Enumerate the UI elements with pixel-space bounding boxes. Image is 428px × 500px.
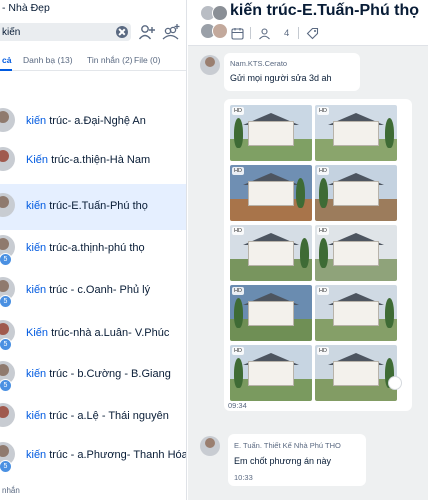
tag-icon[interactable] xyxy=(306,27,319,40)
hd-badge: HD xyxy=(317,167,329,175)
conversation-item[interactable]: 5 kiến trúc - a.Phương- Thanh Hóa xyxy=(0,433,187,479)
tab-all[interactable]: cả xyxy=(2,55,11,65)
chat-title: kiến trúc-E.Tuấn-Phú thọ xyxy=(230,2,420,19)
group-avatar[interactable] xyxy=(212,5,228,21)
like-icon[interactable] xyxy=(388,376,402,390)
message-bubble[interactable]: E. Tuấn. Thiết Kế Nhà Phú THO Em chốt ph… xyxy=(228,434,366,486)
conversation-name: kiến trúc-a.thịnh-phú thọ xyxy=(26,242,145,254)
hd-badge: HD xyxy=(317,107,329,115)
conversation-item-selected[interactable]: kiến trúc-E.Tuấn-Phú thọ xyxy=(0,184,186,230)
house-render-photo[interactable]: HD xyxy=(230,225,312,281)
message-time: 10:33 xyxy=(234,473,253,482)
house-render-photo[interactable]: HD xyxy=(230,285,312,341)
conversation-name: Kiến trúc-a.thiện-Hà Nam xyxy=(26,154,151,166)
sender-avatar[interactable] xyxy=(200,55,220,75)
tab-files[interactable]: File (0) xyxy=(134,55,160,65)
message-text: Gửi mọi người sửa 3d ah xyxy=(230,73,332,83)
section-label: nhắn xyxy=(2,486,20,495)
search-input[interactable] xyxy=(2,24,112,40)
conversation-name: kiến trúc - a.Lệ - Thái nguyên xyxy=(26,410,169,422)
divider xyxy=(250,27,251,39)
conversation-item[interactable]: Kiến trúc-a.thiện-Hà Nam xyxy=(0,138,186,184)
conversation-name: kiến trúc - c.Oanh- Phủ lý xyxy=(26,284,151,296)
search-clear-icon[interactable] xyxy=(116,26,128,38)
member-count-badge: 5 xyxy=(0,379,12,392)
hd-badge: HD xyxy=(232,227,244,235)
conversation-name: kiến trúc - b.Cường - B.Giang xyxy=(26,368,171,380)
calendar-icon[interactable] xyxy=(231,27,244,40)
house-render-photo[interactable]: HD xyxy=(315,225,397,281)
chat-header: kiến trúc-E.Tuấn-Phú thọ 4 xyxy=(188,0,428,46)
tab-contacts[interactable]: Danh bạ (13) xyxy=(23,55,73,65)
search-tabs: cả Danh bạ (13) Tin nhắn (2) File (0) xyxy=(0,49,186,71)
conversation-item[interactable]: 5 kiến trúc - c.Oanh- Phủ lý xyxy=(0,268,186,314)
conversation-name: kiến trúc - a.Phương- Thanh Hóa xyxy=(26,449,187,461)
conversation-item[interactable]: 5 kiến trúc-a.thịnh-phú thọ xyxy=(0,226,186,272)
hd-badge: HD xyxy=(232,347,244,355)
chat-panel: kiến trúc-E.Tuấn-Phú thọ 4 Nam.KTS.Cerat… xyxy=(188,0,428,500)
hd-badge: HD xyxy=(317,227,329,235)
member-count-badge: 5 xyxy=(0,295,12,308)
tab-messages[interactable]: Tin nhắn (2) xyxy=(87,55,133,65)
member-count-badge: 5 xyxy=(0,460,12,473)
avatar xyxy=(0,108,15,132)
hd-badge: HD xyxy=(232,107,244,115)
message-text: Em chốt phương án này xyxy=(234,456,331,466)
create-group-icon[interactable] xyxy=(161,22,181,42)
sender-name: Nam.KTS.Cerato xyxy=(230,59,288,68)
sender-name: E. Tuấn. Thiết Kế Nhà Phú THO xyxy=(234,441,341,450)
app-title: - Nhà Đẹp xyxy=(2,2,50,14)
hd-badge: HD xyxy=(317,347,329,355)
sender-avatar[interactable] xyxy=(200,436,220,456)
message-bubble[interactable]: Nam.KTS.Cerato Gửi mọi người sửa 3d ah xyxy=(224,53,360,91)
group-avatar[interactable] xyxy=(212,23,228,39)
active-tab-indicator xyxy=(0,69,12,71)
hd-badge: HD xyxy=(232,167,244,175)
conversation-item[interactable]: 5 Kiến trúc-nhà a.Luân- V.Phúc xyxy=(0,311,186,357)
conversation-name: Kiến trúc-nhà a.Luân- V.Phúc xyxy=(26,327,170,339)
photo-album: HD HD HD HD HD HD HD HD HD HD xyxy=(224,99,412,411)
member-count[interactable]: 4 xyxy=(284,28,289,39)
house-render-photo[interactable]: HD xyxy=(230,105,312,161)
conversation-item[interactable]: 5 kiến trúc - b.Cường - B.Giang xyxy=(0,352,186,398)
member-icon[interactable] xyxy=(258,27,271,40)
house-render-photo[interactable]: HD xyxy=(315,345,397,401)
add-friend-icon[interactable] xyxy=(137,22,157,42)
house-render-photo[interactable]: HD xyxy=(315,285,397,341)
house-render-photo[interactable]: HD xyxy=(315,105,397,161)
house-render-photo[interactable]: HD xyxy=(315,165,397,221)
member-count-badge: 5 xyxy=(0,253,12,266)
hd-badge: HD xyxy=(317,287,329,295)
avatar xyxy=(0,403,15,427)
house-render-photo[interactable]: HD xyxy=(230,345,312,401)
conversation-name: kiến trúc- a.Đại-Nghệ An xyxy=(26,115,146,127)
member-count-badge: 5 xyxy=(0,338,12,351)
avatar xyxy=(0,193,15,217)
conversation-sidebar: - Nhà Đẹp cả Danh bạ (13) Tin nhắn (2) F… xyxy=(0,0,187,500)
hd-badge: HD xyxy=(232,287,244,295)
house-render-photo[interactable]: HD xyxy=(230,165,312,221)
search-box[interactable] xyxy=(0,23,131,41)
avatar xyxy=(0,147,15,171)
divider xyxy=(298,27,299,39)
message-time: 09:34 xyxy=(228,401,247,410)
conversation-name: kiến trúc-E.Tuấn-Phú thọ xyxy=(26,200,148,212)
